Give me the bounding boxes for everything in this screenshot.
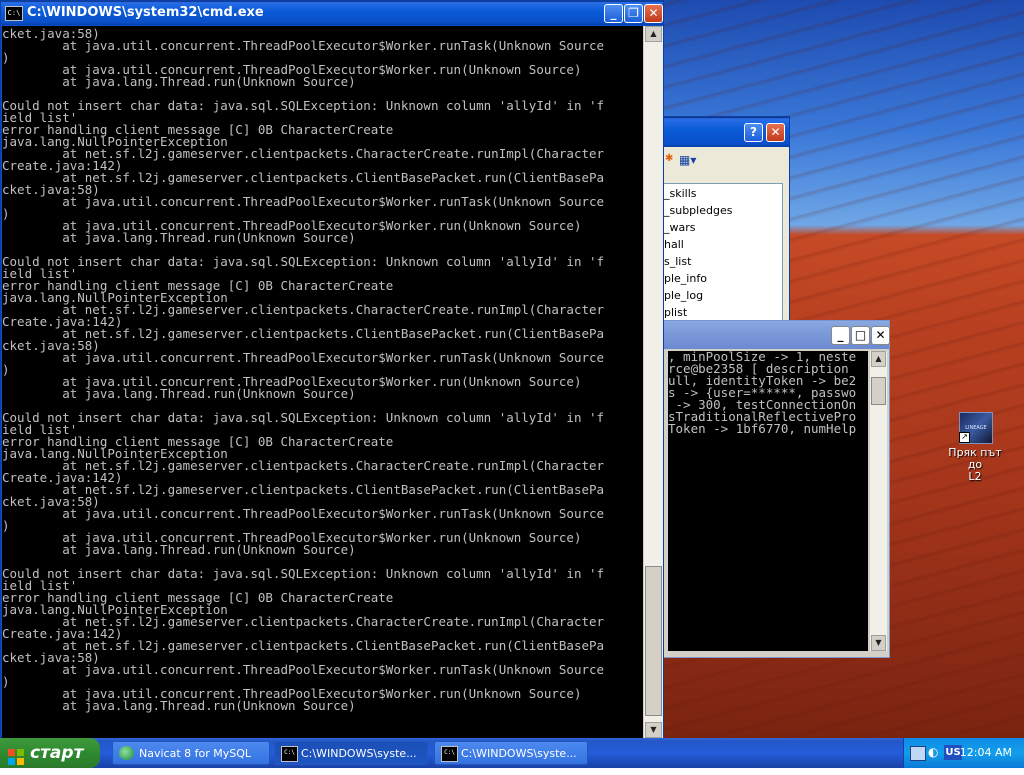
start-button[interactable]: старт — [0, 738, 100, 768]
scroll-up-button[interactable]: ▲ — [871, 351, 886, 367]
console-line: at java.lang.Thread.run(Unknown Source) — [2, 542, 356, 557]
console-line: Could not insert char data: java.sql.SQL… — [2, 254, 605, 269]
navicat-titlebar[interactable]: ? ✕ — [651, 117, 789, 147]
console-line: at java.lang.Thread.run(Unknown Source) — [2, 698, 356, 713]
table-list-item[interactable]: ple_info — [664, 270, 782, 287]
table-list: _skills _subpledges _wars hall s_list ple_inf… — [663, 183, 783, 323]
restore-button[interactable]: ❐ — [624, 4, 643, 23]
table-list-item[interactable]: hall — [664, 236, 782, 253]
console-line: at java.util.concurrent.ThreadPoolExecut… — [2, 350, 605, 365]
navicat-icon — [119, 746, 134, 760]
cmd-icon: C:\ — [281, 746, 298, 762]
close-button[interactable]: ✕ — [644, 4, 663, 23]
shortcut-label: Пряк път до L2 — [940, 447, 1010, 483]
shortcut-label-line2: L2 — [968, 470, 982, 483]
desktop-shortcut-l2[interactable]: LINEAGE ↗ Пряк път до L2 — [940, 410, 1010, 483]
volume-icon[interactable]: ◐ — [928, 746, 940, 759]
console-line: Could not insert char data: java.sql.SQL… — [2, 410, 605, 425]
network-icon[interactable] — [910, 746, 926, 761]
scroll-up-button[interactable]: ▲ — [645, 26, 662, 42]
console-line: Token -> 1bf6770, numHelp — [668, 421, 857, 436]
taskbar-button-label: Navicat 8 for MySQL — [139, 747, 252, 760]
scroll-thumb[interactable] — [645, 566, 662, 716]
clock[interactable]: 12:04 AM — [960, 738, 1012, 768]
second-console-window[interactable]: _ □ ✕ , minPoolSize -> 1, neste rce@be235… — [650, 320, 890, 658]
table-list-item[interactable]: s_list — [664, 253, 782, 270]
table-list-item[interactable]: _subpledges — [664, 202, 782, 219]
minimize-button[interactable]: _ — [604, 4, 623, 23]
cmd-titlebar[interactable]: C:\ C:\WINDOWS\system32\cmd.exe _ ❐ ✕ — [1, 1, 663, 25]
console-line: at java.lang.Thread.run(Unknown Source) — [2, 230, 356, 245]
scroll-thumb[interactable] — [871, 377, 886, 405]
second-console-scrollbar[interactable]: ▲ ▼ — [869, 351, 887, 651]
navicat-toolbar: ✱ ▦▾ — [651, 147, 789, 175]
view-grid-icon[interactable]: ▦▾ — [679, 153, 701, 167]
desktop: LINEAGE ↗ Пряк път до L2 ? ✕ ✱ ▦▾ _skill… — [0, 0, 1024, 738]
console-line: Could not insert char data: java.sql.SQL… — [2, 566, 605, 581]
taskbar-button-label: C:\WINDOWS\syste... — [301, 747, 417, 760]
maximize-button[interactable]: □ — [851, 326, 870, 345]
second-console-output: , minPoolSize -> 1, neste rce@be2358 [ de… — [668, 351, 868, 651]
cmd-scrollbar[interactable]: ▲ ▼ — [643, 26, 663, 738]
console-line: at java.lang.Thread.run(Unknown Source) — [2, 386, 356, 401]
cmd-window[interactable]: C:\ C:\WINDOWS\system32\cmd.exe _ ❐ ✕ ck… — [0, 0, 664, 738]
shortcut-label-line1: Пряк път до — [948, 446, 1002, 471]
navicat-window[interactable]: ? ✕ ✱ ▦▾ _skills _subpledges _wars hall s_li… — [650, 116, 790, 324]
taskbar-button-cmd-2[interactable]: C:\ C:\WINDOWS\syste... — [434, 741, 588, 765]
close-button[interactable]: ✕ — [871, 326, 890, 345]
star-icon[interactable]: ✱ — [665, 154, 673, 164]
shortcut-arrow-icon: ↗ — [959, 432, 970, 443]
console-line: at java.lang.Thread.run(Unknown Source) — [2, 74, 356, 89]
table-list-item[interactable]: plist — [664, 304, 782, 321]
window-title: C:\WINDOWS\system32\cmd.exe — [27, 5, 264, 20]
close-button[interactable]: ✕ — [766, 123, 785, 142]
windows-logo-icon — [8, 745, 24, 765]
cmd-icon: C:\ — [5, 6, 23, 21]
taskbar-button-cmd-1[interactable]: C:\ C:\WINDOWS\syste... — [274, 741, 428, 765]
cmd-output: cket.java:58) at java.util.concurrent.Th… — [2, 26, 643, 738]
minimize-button[interactable]: _ — [831, 326, 850, 345]
taskbar: старт Navicat 8 for MySQL C:\ C:\WINDOWS… — [0, 738, 1024, 768]
cmd-icon: C:\ — [441, 746, 458, 762]
console-line: at java.util.concurrent.ThreadPoolExecut… — [2, 38, 605, 53]
table-list-item[interactable]: _skills — [664, 185, 782, 202]
console-line: at java.util.concurrent.ThreadPoolExecut… — [2, 506, 605, 521]
console-line: at java.util.concurrent.ThreadPoolExecut… — [2, 662, 605, 677]
scroll-down-button[interactable]: ▼ — [645, 722, 662, 738]
table-list-item[interactable]: ple_log — [664, 287, 782, 304]
second-console-titlebar[interactable]: _ □ ✕ — [651, 321, 890, 349]
console-line: at java.util.concurrent.ThreadPoolExecut… — [2, 194, 605, 209]
help-button[interactable]: ? — [744, 123, 763, 142]
start-label: старт — [30, 743, 84, 763]
console-line: Could not insert char data: java.sql.SQL… — [2, 98, 605, 113]
system-tray: ◐ US 12:04 AM — [903, 738, 1024, 768]
taskbar-button-navicat[interactable]: Navicat 8 for MySQL — [112, 741, 270, 765]
taskbar-button-label: C:\WINDOWS\syste... — [461, 747, 577, 760]
table-list-item[interactable]: _wars — [664, 219, 782, 236]
scroll-down-button[interactable]: ▼ — [871, 635, 886, 651]
